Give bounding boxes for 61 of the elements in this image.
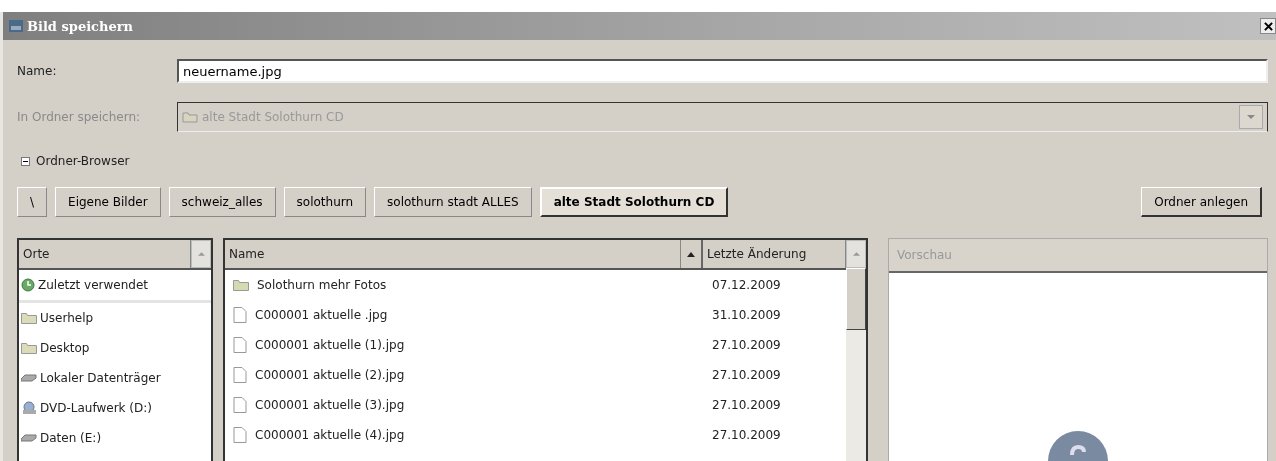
date-cell-text: 27.10.2009 — [711, 368, 782, 382]
file-icon — [233, 397, 247, 413]
file-row[interactable]: C000001 aktuelle (1).jpg 27.10.2009 — [225, 330, 846, 360]
question-icon — [1048, 431, 1108, 461]
place-item[interactable]: Lokaler Datenträger — [19, 363, 211, 393]
column-header[interactable]: Name — [225, 240, 681, 268]
place-item[interactable]: Userhelp — [19, 303, 211, 333]
date-cell-text: 27.10.2009 — [711, 398, 782, 412]
file-row[interactable]: C000001 aktuelle .jpg 31.10.2009 — [225, 300, 846, 330]
file-icon — [233, 367, 247, 383]
dropdown-arrow-icon — [1247, 115, 1255, 119]
folder-icon — [233, 279, 249, 291]
place-item[interactable]: Daten (E:) — [19, 423, 211, 453]
drive-icon — [21, 434, 37, 442]
drive-icon — [21, 374, 37, 382]
name-label: Name: — [17, 64, 58, 78]
place-item[interactable]: Desktop — [19, 333, 211, 363]
folder-icon — [21, 342, 37, 354]
up-arrow-icon — [197, 252, 205, 256]
file-name: C000001 aktuelle (1).jpg — [225, 337, 706, 353]
close-button[interactable] — [1260, 18, 1276, 34]
folder-label: In Ordner speichern: — [17, 110, 142, 124]
folder-browser-label: Ordner-Browser — [36, 154, 130, 168]
scrollbar-thumb[interactable] — [846, 268, 866, 330]
file-name: C000001 aktuelle (2).jpg — [225, 367, 706, 383]
file-row[interactable]: C000001 aktuelle (2).jpg 27.10.2009 — [225, 360, 846, 390]
file-row[interactable]: Solothurn mehr Fotos 07.12.2009 — [225, 270, 846, 300]
file-icon — [233, 427, 247, 443]
path-button[interactable]: solothurn — [283, 187, 367, 217]
clock-icon — [21, 278, 35, 292]
path-button[interactable]: \ — [17, 187, 48, 217]
folder-icon — [182, 111, 198, 123]
file-row[interactable]: C000001 aktuelle (3).jpg 27.10.2009 — [225, 390, 846, 420]
path-button[interactable]: solothurn stadt ALLES — [374, 187, 532, 217]
app-icon — [9, 20, 23, 32]
name-field[interactable]: neuername.jpg — [177, 59, 1268, 83]
file-icon — [233, 337, 247, 353]
file-name: C000001 aktuelle .jpg — [225, 307, 706, 323]
date-cell-text: 07.12.2009 — [711, 278, 782, 292]
close-icon — [1263, 21, 1273, 31]
file-icon — [233, 307, 247, 323]
collapse-icon[interactable] — [21, 156, 30, 166]
place-item[interactable]: Zuletzt verwendet — [19, 270, 211, 303]
path-button[interactable]: schweiz_alles — [168, 187, 276, 217]
disc-drive-icon — [21, 401, 37, 415]
file-row[interactable]: C000001 aktuelle (4).jpg 27.10.2009 — [225, 420, 846, 450]
preview-header: Vorschau — [889, 239, 1267, 273]
file-name: C000001 aktuelle (3).jpg — [225, 397, 706, 413]
window-title: Bild speichern — [27, 18, 134, 34]
place-item[interactable]: DVD-Laufwerk (D:) — [19, 393, 211, 423]
date-cell-text: 27.10.2009 — [711, 428, 782, 442]
create-folder-button[interactable]: Ordner anlegen — [1141, 187, 1262, 217]
folder-icon — [21, 312, 37, 324]
date-cell-text: 27.10.2009 — [711, 338, 782, 352]
file-name: Solothurn mehr Fotos — [225, 278, 706, 292]
path-button[interactable]: alte Stadt Solothurn CD — [539, 187, 729, 217]
file-name: C000001 aktuelle (4).jpg — [225, 427, 706, 443]
path-button[interactable]: Eigene Bilder — [55, 187, 161, 217]
sort-arrow-icon — [687, 251, 695, 257]
up-arrow-icon — [852, 252, 860, 256]
date-cell-text: 31.10.2009 — [711, 308, 782, 322]
